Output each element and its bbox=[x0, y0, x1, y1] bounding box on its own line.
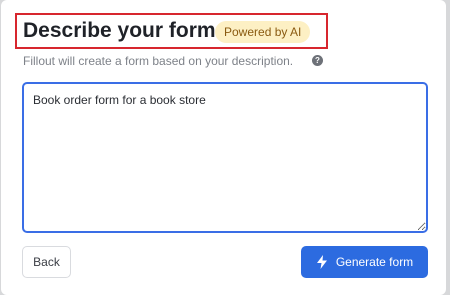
help-icon[interactable]: ? bbox=[312, 55, 323, 66]
generate-form-button[interactable]: Generate form bbox=[301, 246, 428, 278]
generate-form-dialog: Describe your form Powered by AI Fillout… bbox=[1, 0, 446, 295]
powered-by-ai-badge: Powered by AI bbox=[215, 21, 311, 43]
dialog-subtitle: Fillout will create a form based on your… bbox=[23, 54, 294, 68]
form-description-input[interactable]: Book order form for a book store bbox=[22, 82, 428, 233]
back-button[interactable]: Back bbox=[22, 246, 71, 278]
dialog-title: Describe your form bbox=[23, 19, 216, 42]
lightning-bolt-icon bbox=[316, 255, 327, 269]
generate-form-label: Generate form bbox=[335, 255, 414, 269]
